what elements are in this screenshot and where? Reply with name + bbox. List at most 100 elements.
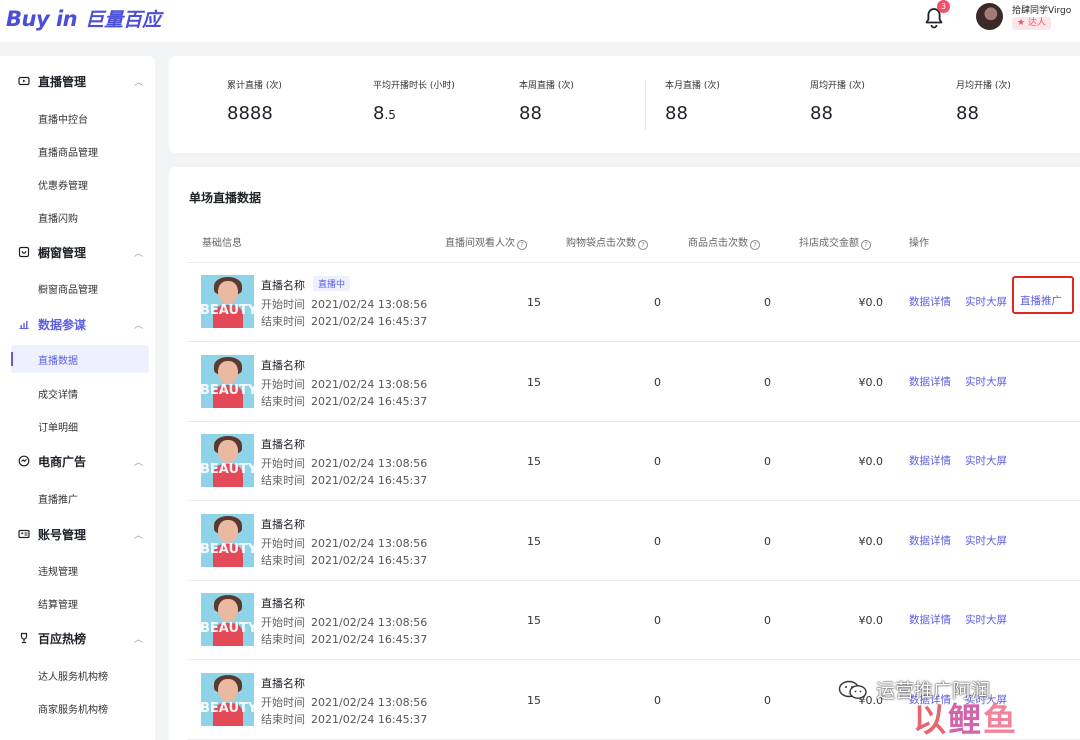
realtime-screen-link[interactable]: 实时大屏 (965, 294, 1007, 309)
live-name: 直播名称 (261, 279, 305, 292)
end-time: 结束时间 2021/02/24 16:45:37 (261, 393, 427, 409)
start-time: 开始时间 2021/02/24 13:08:56 (261, 296, 427, 312)
data-details-link[interactable]: 数据详情 (909, 453, 951, 468)
sidebar-group-label: 数据参谋 (38, 317, 87, 332)
realtime-screen-link[interactable]: 实时大屏 (965, 374, 1007, 389)
data-details-link[interactable]: 数据详情 (909, 612, 951, 627)
sidebar-group-ads[interactable]: 电商广告 ︿ (0, 450, 155, 472)
sidebar-item-violations[interactable]: 违规管理 (0, 559, 155, 581)
user-role-badge: ★ 达人 (1012, 17, 1051, 30)
column-header-gmv: 抖店成交金额? (799, 234, 871, 250)
sidebar-item-live-promotion[interactable]: 直播推广 (0, 487, 155, 509)
sidebar-item-kol-agency-rank[interactable]: 达人服务机构榜 (0, 664, 155, 686)
live-thumbnail[interactable]: BEAUTY (201, 354, 254, 408)
sidebar-item-live-data[interactable]: 直播数据 (11, 345, 149, 373)
live-name: 直播名称 (261, 676, 305, 690)
table-row: BEAUTY 直播名称 开始时间 2021/02/24 13:08:56 结束时间 202… (169, 422, 1080, 501)
thumbnail-face (218, 440, 238, 463)
stat-value: 8888 (227, 103, 273, 124)
start-time-label: 开始时间 (261, 298, 305, 311)
start-time: 开始时间 2021/02/24 13:08:56 (261, 455, 427, 471)
sidebar-item-flash-sale[interactable]: 直播闪购 (0, 206, 155, 228)
product-clicks-cell: 0 (764, 614, 771, 627)
stat-month-lives: 本月直播 (次) 88 (665, 78, 720, 124)
sidebar-item-label: 直播闪购 (38, 214, 78, 225)
stat-weekly-avg: 周均开播 (次) 88 (810, 78, 865, 124)
sidebar-group-account[interactable]: 账号管理 ︿ (0, 523, 155, 545)
realtime-screen-link[interactable]: 实时大屏 (965, 612, 1007, 627)
live-thumbnail[interactable]: BEAUTY (201, 672, 254, 726)
stat-divider (645, 80, 646, 130)
thumbnail-face (218, 360, 238, 384)
end-time-value: 2021/02/24 16:45:37 (311, 633, 428, 646)
realtime-screen-link[interactable]: 实时大屏 (965, 453, 1007, 468)
product-clicks-cell: 0 (764, 375, 771, 389)
column-header-bag-clicks: 购物袋点击次数? (566, 234, 648, 250)
logo-text: Buy in (6, 6, 78, 31)
data-details-link[interactable]: 数据详情 (909, 533, 951, 548)
thumbnail-text: BEAUTY (201, 541, 254, 557)
data-details-link[interactable]: 数据详情 (909, 294, 951, 309)
help-icon[interactable]: ? (517, 240, 527, 250)
live-thumbnail[interactable]: BEAUTY (201, 275, 254, 328)
stat-value: 88 (956, 103, 979, 124)
sidebar-group-label: 百应热榜 (38, 631, 87, 646)
start-time-label: 开始时间 (261, 695, 305, 709)
column-header-label: 直播间观看人次 (445, 238, 515, 249)
help-icon[interactable]: ? (750, 240, 760, 250)
sidebar-item-label: 结算管理 (38, 600, 78, 611)
gmv-cell: ¥0.0 (858, 296, 884, 309)
live-thumbnail[interactable]: BEAUTY (201, 434, 254, 487)
sidebar-item-coupons[interactable]: 优惠券管理 (0, 173, 155, 195)
help-icon[interactable]: ? (861, 240, 871, 250)
live-promotion-link[interactable]: 直播推广 (1020, 293, 1062, 308)
gmv-cell: ¥0.0 (858, 534, 884, 548)
realtime-screen-link[interactable]: 实时大屏 (965, 533, 1007, 548)
sidebar-item-label: 橱窗商品管理 (38, 285, 98, 296)
live-name: 直播名称 (261, 358, 305, 372)
sidebar-group-label: 电商广告 (38, 454, 87, 469)
sidebar-item-live-console[interactable]: 直播中控台 (0, 107, 155, 129)
thumbnail-face (218, 678, 238, 702)
column-header-views: 直播间观看人次? (445, 234, 527, 250)
live-thumbnail[interactable]: BEAUTY (201, 513, 254, 567)
sidebar-group-live[interactable]: 直播管理 ︿ (0, 70, 155, 92)
live-thumbnail[interactable]: BEAUTY (201, 593, 254, 646)
sidebar-item-settlement[interactable]: 结算管理 (0, 592, 155, 614)
sidebar-item-merchant-agency-rank[interactable]: 商家服务机构榜 (0, 697, 155, 719)
live-data-card: 单场直播数据 基础信息 直播间观看人次? 购物袋点击次数? 商品点击次数? 抖店… (169, 167, 1080, 740)
start-time-value: 2021/02/24 13:08:56 (311, 536, 428, 550)
stat-monthly-avg: 月均开播 (次) 88 (956, 78, 1011, 124)
sidebar-item-window-products[interactable]: 橱窗商品管理 (0, 277, 155, 299)
watermark-logo-char: 以 (913, 700, 948, 739)
watermark-logo-char: 鲤 (948, 700, 983, 739)
thumbnail-face (218, 519, 238, 543)
data-details-link[interactable]: 数据详情 (909, 374, 951, 389)
help-icon[interactable]: ? (638, 240, 648, 250)
start-time-value: 2021/02/24 13:08:56 (311, 457, 428, 470)
sidebar-item-live-products[interactable]: 直播商品管理 (0, 140, 155, 162)
avatar[interactable] (976, 3, 1003, 30)
sidebar-group-data[interactable]: 数据参谋 ︿ (0, 313, 155, 335)
stat-value: 88 (810, 103, 833, 124)
sidebar-item-deal-details[interactable]: 成交详情 (0, 382, 155, 404)
window-icon (18, 246, 30, 258)
sidebar-group-window[interactable]: 橱窗管理 ︿ (0, 241, 155, 263)
bag-clicks-cell: 0 (654, 614, 661, 627)
start-time-value: 2021/02/24 13:08:56 (311, 616, 428, 629)
user-role-label: 达人 (1027, 18, 1046, 28)
views-cell: 15 (527, 455, 541, 468)
logo[interactable]: Buy in 巨量百应 (6, 5, 161, 32)
table-row: BEAUTY 直播名称 直播中 开始时间 2021/02/24 13:08:56 结束时间… (169, 263, 1080, 342)
user-name[interactable]: 拾肆同学Virgo (1012, 3, 1071, 16)
chevron-up-icon: ︿ (134, 634, 144, 645)
bag-clicks-cell: 0 (654, 534, 661, 548)
ad-icon (18, 455, 30, 467)
sidebar-item-order-details[interactable]: 订单明细 (0, 415, 155, 437)
gmv-cell: ¥0.0 (858, 614, 884, 627)
start-time-label: 开始时间 (261, 616, 305, 629)
stat-value-fraction: .5 (384, 108, 396, 122)
sidebar-item-label: 订单明细 (38, 423, 78, 434)
sidebar-group-rankings[interactable]: 百应热榜 ︿ (0, 627, 155, 649)
views-cell: 15 (527, 614, 541, 627)
